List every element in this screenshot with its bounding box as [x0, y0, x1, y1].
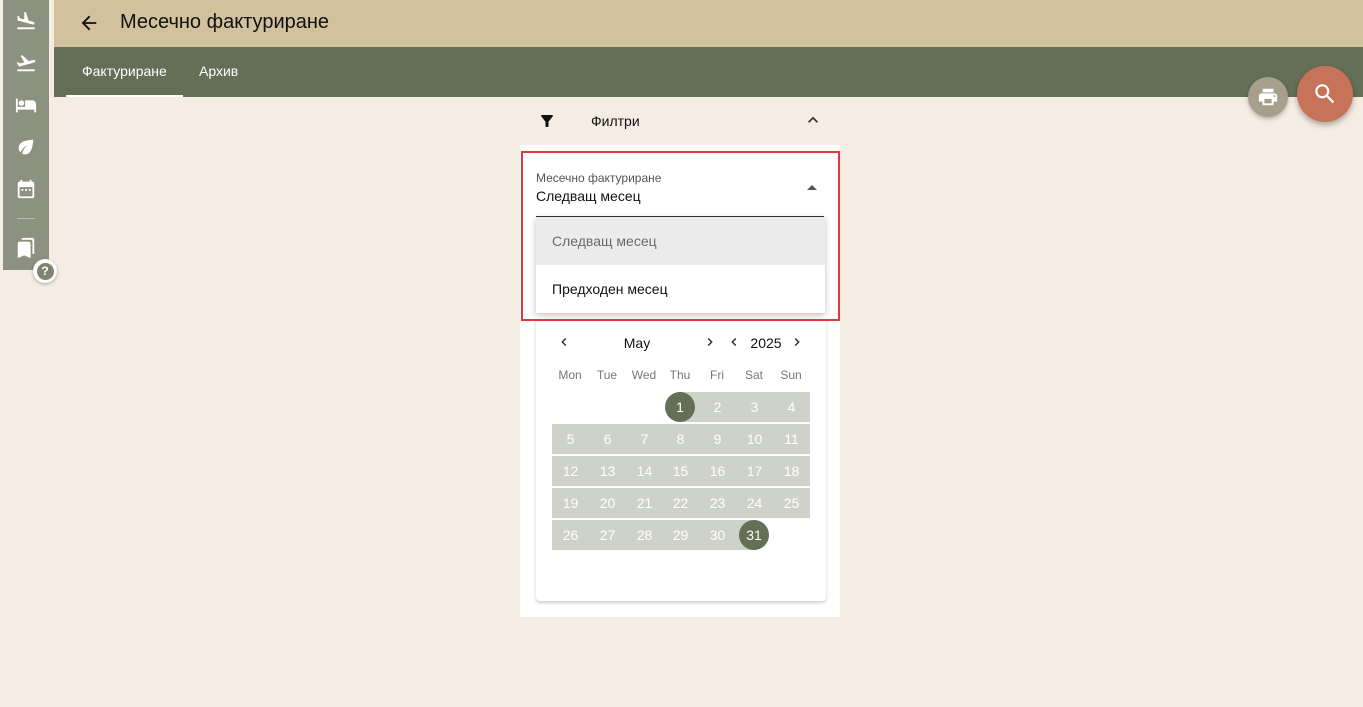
selected-day-marker: 1 — [665, 392, 695, 422]
year-label: 2025 — [750, 335, 782, 351]
calendar-day[interactable]: 15 — [662, 456, 699, 486]
calendar-day[interactable]: 2 — [699, 392, 736, 422]
date-range-calendar: May 2025 Mon Tue Wed Thu Fri Sat Sun 123456789… — [536, 318, 826, 601]
option-next-month[interactable]: Следващ месец — [536, 217, 825, 265]
weekday-label: Thu — [669, 368, 691, 382]
weekday-label: Wed — [631, 368, 657, 382]
print-icon — [1258, 88, 1278, 106]
search-button[interactable] — [1297, 66, 1353, 122]
prev-month-button[interactable] — [555, 333, 573, 351]
calendar-day[interactable]: 8 — [662, 424, 699, 454]
weekday-label: Tue — [596, 368, 618, 382]
selected-day-marker: 31 — [739, 520, 769, 550]
calendar-day[interactable]: 18 — [773, 456, 810, 486]
chevron-up-icon[interactable] — [803, 110, 821, 128]
calendar-day[interactable]: 28 — [626, 520, 663, 550]
next-month-button[interactable] — [701, 333, 719, 351]
calendar-day[interactable]: 24 — [736, 488, 773, 518]
month-label: May — [623, 335, 651, 351]
weekday-label: Sun — [780, 368, 802, 382]
filters-label: Филтри — [591, 113, 640, 129]
weekday-label: Mon — [558, 368, 582, 382]
calendar-day[interactable]: 17 — [736, 456, 773, 486]
dropdown-arrow-icon — [807, 185, 817, 190]
calendar-day[interactable]: 30 — [699, 520, 736, 550]
side-rail — [3, 0, 49, 270]
calendar-day[interactable]: 13 — [589, 456, 626, 486]
select-value: Следващ месец — [536, 188, 641, 204]
calendar-day[interactable]: 9 — [699, 424, 736, 454]
filters-header[interactable]: Филтри — [520, 97, 840, 145]
tab-bar: Фактуриране Архив — [54, 47, 1363, 97]
back-arrow-icon[interactable] — [74, 8, 104, 38]
tab-invoicing[interactable]: Фактуриране — [66, 47, 183, 97]
calendar-day[interactable]: 10 — [736, 424, 773, 454]
calendar-day[interactable]: 22 — [662, 488, 699, 518]
help-icon[interactable]: ? — [33, 259, 57, 283]
calendar-day[interactable]: 31 — [736, 520, 773, 550]
option-previous-month[interactable]: Предходен месец — [536, 265, 825, 313]
calendar-day[interactable]: 11 — [773, 424, 810, 454]
page-title: Месечно фактуриране — [120, 11, 330, 33]
calendar-day[interactable]: 5 — [552, 424, 589, 454]
calendar-icon[interactable] — [3, 169, 49, 209]
calendar-day[interactable]: 20 — [589, 488, 626, 518]
dropdown-menu: Следващ месец Предходен месец — [536, 217, 825, 313]
help-label: ? — [36, 262, 54, 280]
calendar-day[interactable]: 21 — [626, 488, 663, 518]
next-year-button[interactable] — [788, 333, 806, 351]
hotel-icon[interactable] — [3, 85, 49, 125]
chevron-left-icon — [731, 338, 737, 346]
top-bar: Месечно фактуриране — [54, 0, 1363, 47]
calendar-day[interactable]: 6 — [589, 424, 626, 454]
calendar-day[interactable]: 4 — [773, 392, 810, 422]
weekday-label: Fri — [710, 368, 724, 382]
chevron-left-icon — [561, 338, 567, 346]
flight-land-icon[interactable] — [3, 1, 49, 41]
eco-leaf-icon[interactable] — [3, 127, 49, 167]
calendar-day[interactable]: 27 — [589, 520, 626, 550]
calendar-day[interactable]: 25 — [773, 488, 810, 518]
monthly-invoicing-select[interactable]: Месечно фактуриране Следващ месец — [536, 165, 824, 217]
calendar-day[interactable]: 23 — [699, 488, 736, 518]
calendar-day[interactable]: 7 — [626, 424, 663, 454]
select-label: Месечно фактуриране — [536, 171, 662, 185]
flight-takeoff-icon[interactable] — [3, 43, 49, 83]
print-button[interactable] — [1248, 77, 1288, 117]
calendar-day[interactable]: 26 — [552, 520, 589, 550]
chevron-right-icon — [707, 338, 713, 346]
weekday-label: Sat — [744, 368, 763, 382]
calendar-day[interactable]: 3 — [736, 392, 773, 422]
calendar-day[interactable]: 29 — [662, 520, 699, 550]
tab-archive[interactable]: Архив — [183, 47, 254, 97]
calendar-day[interactable]: 14 — [626, 456, 663, 486]
search-icon — [1315, 84, 1335, 104]
filter-icon — [538, 112, 556, 130]
calendar-day[interactable]: 12 — [552, 456, 589, 486]
chevron-right-icon — [794, 338, 800, 346]
prev-year-button[interactable] — [725, 333, 743, 351]
calendar-day[interactable]: 16 — [699, 456, 736, 486]
calendar-day[interactable]: 1 — [662, 392, 699, 422]
rail-divider — [17, 218, 35, 219]
calendar-day[interactable]: 19 — [552, 488, 589, 518]
